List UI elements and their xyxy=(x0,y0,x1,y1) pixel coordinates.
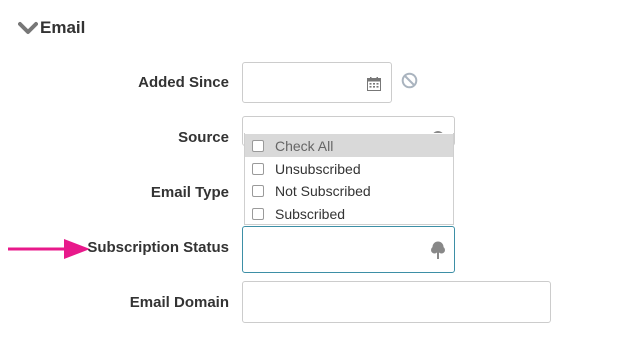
annotation-arrow xyxy=(8,239,90,259)
checkbox[interactable] xyxy=(252,184,264,197)
option-label: Not Subscribed xyxy=(275,182,371,199)
email-domain-label: Email Domain xyxy=(129,294,229,311)
option-not-subscribed[interactable]: Not Subscribed xyxy=(245,179,453,202)
added-since-input[interactable] xyxy=(242,62,392,103)
option-label: Check All xyxy=(275,137,334,154)
section-title: Email xyxy=(40,18,86,37)
added-since-label: Added Since xyxy=(138,74,229,91)
cancel-icon[interactable] xyxy=(401,72,418,89)
source-label: Source xyxy=(178,129,229,146)
subscription-status-input[interactable] xyxy=(242,226,455,273)
option-check-all[interactable]: Check All xyxy=(245,134,453,157)
subscription-status-label: Subscription Status xyxy=(87,239,229,256)
calendar-icon[interactable] xyxy=(367,77,381,91)
section-header-email[interactable]: Email xyxy=(18,17,85,39)
option-subscribed[interactable]: Subscribed xyxy=(245,202,453,225)
option-unsubscribed[interactable]: Unsubscribed xyxy=(245,157,453,180)
email-domain-input[interactable] xyxy=(242,281,551,323)
email-type-label: Email Type xyxy=(150,184,229,201)
source-dropdown-list: Check All Unsubscribed Not Subscribed Su… xyxy=(244,133,454,225)
tree-icon[interactable] xyxy=(430,241,446,259)
option-label: Subscribed xyxy=(275,205,346,222)
chevron-down-icon xyxy=(18,22,38,34)
checkbox[interactable] xyxy=(252,207,264,220)
checkbox[interactable] xyxy=(252,139,264,152)
option-label: Unsubscribed xyxy=(275,160,361,177)
checkbox[interactable] xyxy=(252,162,264,175)
